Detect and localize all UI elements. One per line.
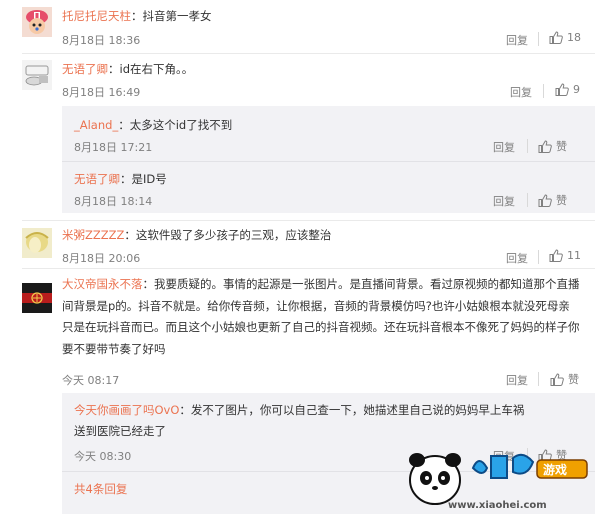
divider xyxy=(538,250,539,264)
avatar[interactable] xyxy=(22,283,52,313)
username-link[interactable]: 托尼托尼天柱 xyxy=(62,9,131,23)
like-count: 18 xyxy=(567,31,581,44)
username-link[interactable]: 大汉帝国永不落 xyxy=(62,277,143,291)
like-button[interactable]: 11 xyxy=(549,249,581,262)
username-link[interactable]: 米粥ZZZZZ xyxy=(62,228,124,242)
divider xyxy=(527,139,528,153)
reply-button[interactable]: 回复 xyxy=(506,250,528,266)
divider xyxy=(22,53,595,54)
like-button[interactable]: 赞 xyxy=(538,192,567,208)
like-label: 赞 xyxy=(568,373,579,386)
like-label: 赞 xyxy=(556,140,567,153)
comment-text: 米粥ZZZZZ：这软件毁了多少孩子的三观，应该整治 xyxy=(62,225,581,246)
comment-time: 8月18日 16:49 xyxy=(62,86,141,99)
reply-text: 今天你画画了吗OvO：发不了图片，你可以自己查一下，她描述里自己说的妈妈早上车祸… xyxy=(74,400,535,442)
thumbs-up-icon xyxy=(549,249,563,262)
username-link[interactable]: 无语了卿 xyxy=(74,172,120,186)
reply-button[interactable]: 回复 xyxy=(493,193,515,209)
comment-body: ：抖音第一孝女 xyxy=(131,9,212,23)
comment-text: 无语了卿：id在右下角。。 xyxy=(62,59,581,80)
like-button[interactable]: 18 xyxy=(549,31,581,44)
divider xyxy=(538,372,539,386)
comment-body: ：这软件毁了多少孩子的三观，应该整治 xyxy=(124,228,332,242)
like-button[interactable]: 9 xyxy=(555,83,580,96)
comment-text: 大汉帝国永不落：我要质疑的。事情的起源是一张图片。是直播间背景。看过原视频的都知… xyxy=(62,274,581,360)
username-link[interactable]: 无语了卿 xyxy=(62,62,108,76)
comment-time: 8月18日 20:06 xyxy=(62,252,141,265)
svg-text:游戏: 游戏 xyxy=(543,462,567,477)
divider xyxy=(543,84,544,98)
avatar[interactable] xyxy=(22,228,52,258)
avatar[interactable] xyxy=(22,7,52,37)
like-count: 11 xyxy=(567,249,581,262)
reply-button[interactable]: 回复 xyxy=(493,139,515,155)
reply-body: ：太多这个id了找不到 xyxy=(118,118,233,132)
reply-text: 无语了卿：是ID号 xyxy=(74,169,585,190)
reply-time: 今天 08:30 xyxy=(74,450,132,463)
divider xyxy=(538,32,539,46)
comment-time: 今天 08:17 xyxy=(62,374,120,387)
reply-button[interactable]: 回复 xyxy=(506,372,528,388)
divider xyxy=(22,220,595,221)
divider xyxy=(62,161,595,162)
thumbs-up-icon xyxy=(555,83,569,96)
username-link[interactable]: _Aland_ xyxy=(74,118,118,132)
thumbs-up-icon xyxy=(549,31,563,44)
like-label: 赞 xyxy=(556,194,567,207)
reply-button[interactable]: 回复 xyxy=(510,84,532,100)
comment-time: 8月18日 18:36 xyxy=(62,34,141,47)
reply-time: 8月18日 17:21 xyxy=(74,141,153,154)
reply-time: 8月18日 18:14 xyxy=(74,195,153,208)
thumbs-up-icon xyxy=(550,372,564,386)
comment-text: 托尼托尼天柱：抖音第一孝女 xyxy=(62,6,581,27)
comment-body: ：id在右下角。。 xyxy=(108,62,194,76)
avatar[interactable] xyxy=(22,60,52,90)
reply-body: ：是ID号 xyxy=(120,172,167,186)
divider xyxy=(527,193,528,207)
thumbs-up-icon xyxy=(538,193,552,207)
view-all-replies-link[interactable]: 共4条回复 xyxy=(74,481,127,497)
username-link[interactable]: 今天你画画了吗OvO xyxy=(74,403,179,417)
watermark-url: www.xiaohei.com xyxy=(448,500,547,511)
divider xyxy=(22,268,595,269)
like-button[interactable]: 赞 xyxy=(550,371,579,387)
reply-button[interactable]: 回复 xyxy=(506,32,528,48)
like-button[interactable]: 赞 xyxy=(538,138,567,154)
like-count: 9 xyxy=(573,83,580,96)
reply-thread: _Aland_：太多这个id了找不到 8月18日 17:21 回复 赞 无语了卿… xyxy=(62,106,595,213)
thumbs-up-icon xyxy=(538,139,552,153)
reply-text: _Aland_：太多这个id了找不到 xyxy=(74,115,585,136)
